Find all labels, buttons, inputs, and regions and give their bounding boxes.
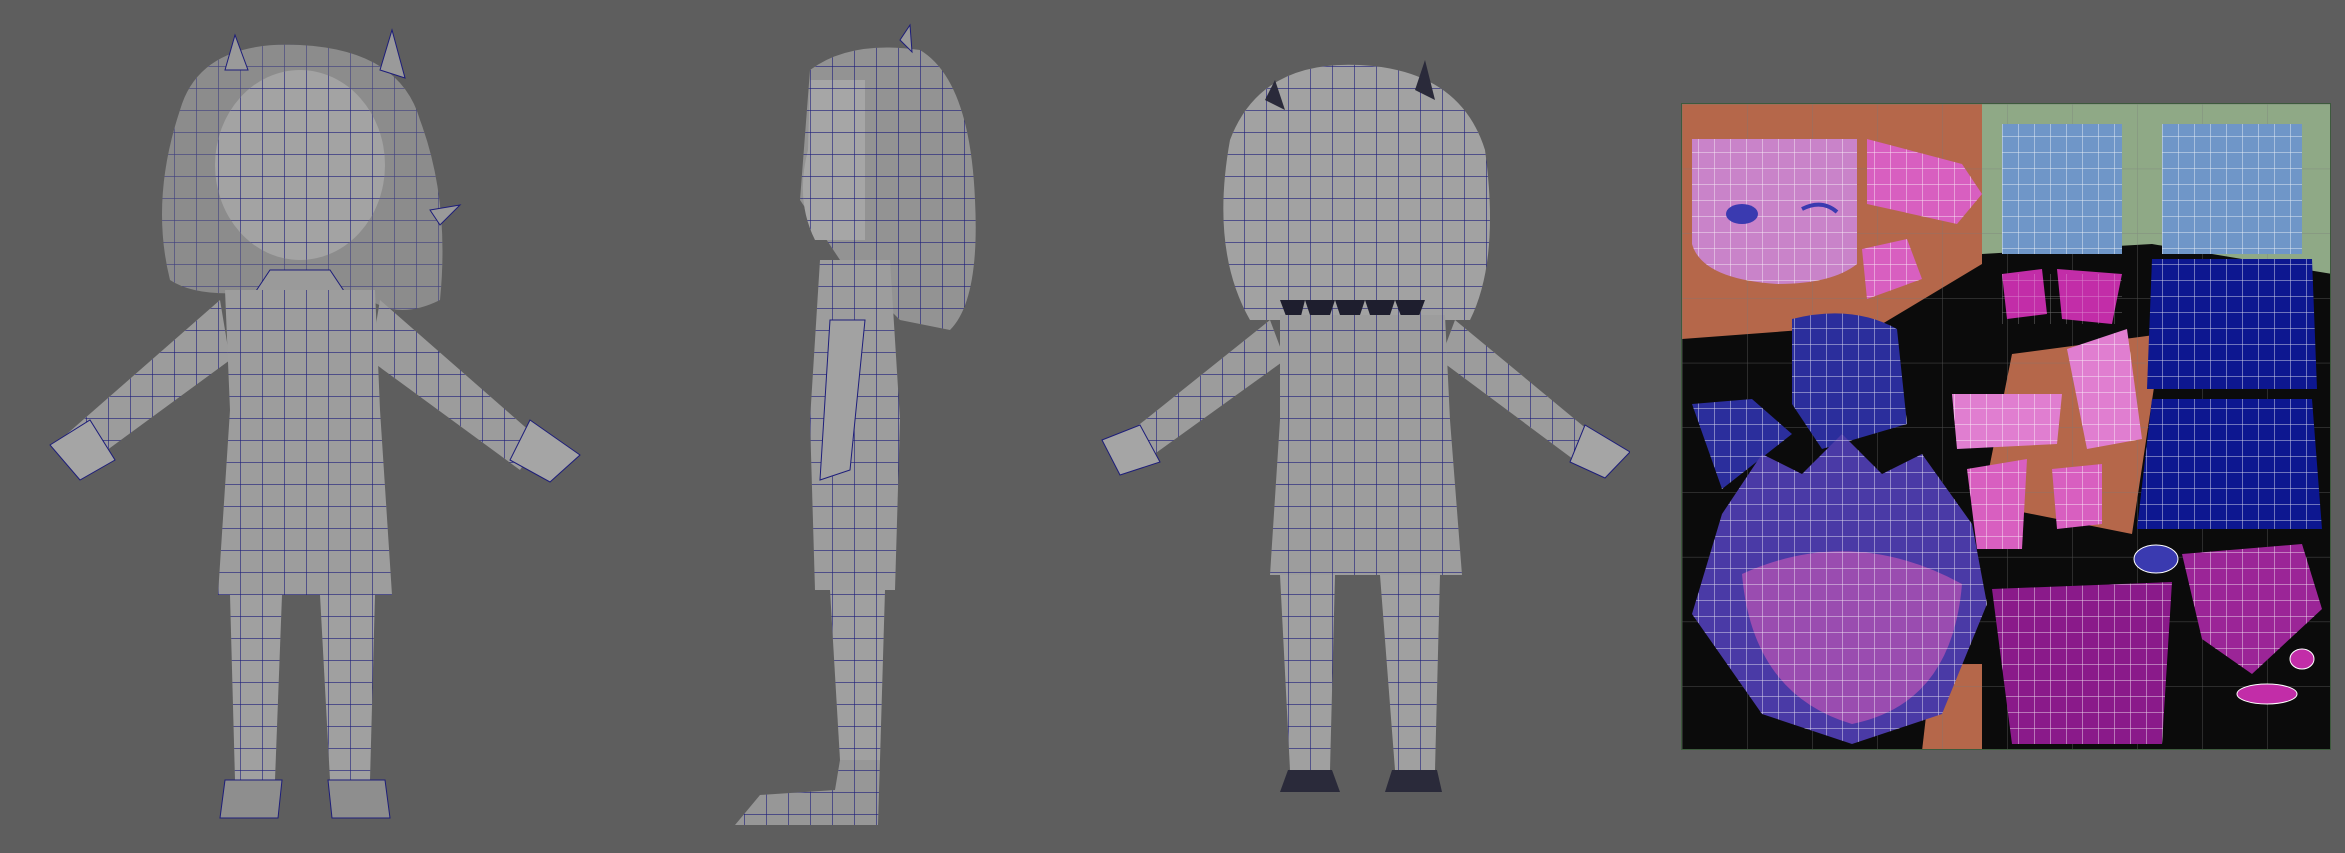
back-view-model[interactable] [1090,0,1630,853]
uv-texture-layout[interactable] [1681,103,2331,750]
front-view-model[interactable] [20,0,600,853]
side-view-model[interactable] [700,0,1020,853]
